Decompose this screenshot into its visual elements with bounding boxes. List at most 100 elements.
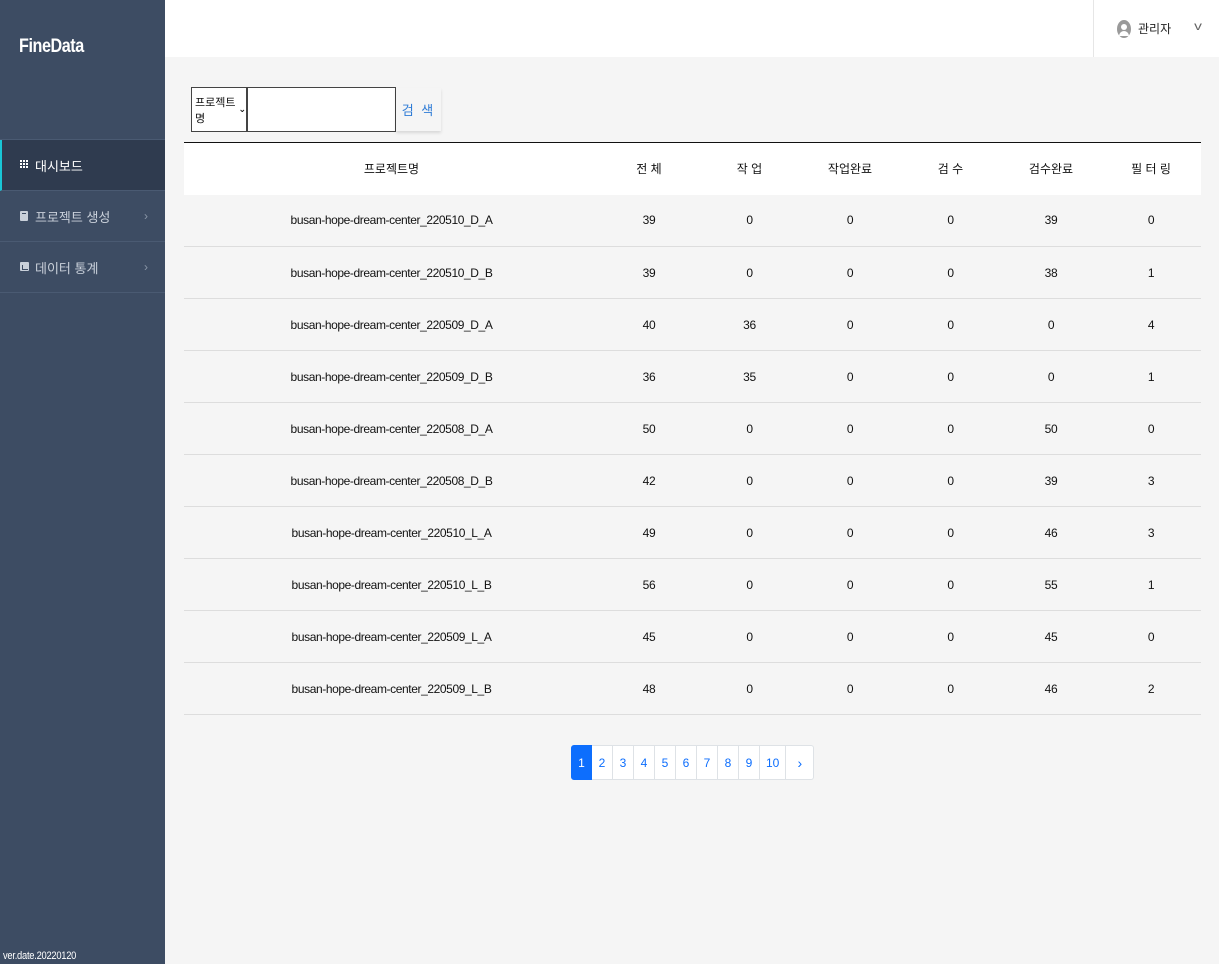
column-header-total[interactable]: 전 체 — [599, 143, 699, 195]
table-cell: 0 — [947, 421, 954, 436]
table-cell: 0 — [846, 629, 854, 644]
table-cell: 45 — [642, 629, 656, 644]
column-header-work[interactable]: 작 업 — [699, 143, 800, 195]
page-button-8[interactable]: 8 — [718, 745, 739, 780]
page-button-9[interactable]: 9 — [739, 745, 760, 780]
table-cell: 50 — [1044, 421, 1058, 436]
search-button[interactable]: 검 색 — [396, 88, 441, 131]
project-name-cell[interactable]: busan-hope-dream-center_220510_D_B — [184, 247, 599, 299]
table-row[interactable]: busan-hope-dream-center_220509_L_B 48 0 0 0 4… — [184, 663, 1201, 715]
sidebar-item-label: 대시보드 — [35, 158, 83, 174]
table-cell: 0 — [846, 421, 854, 436]
table-cell: 40 — [642, 317, 656, 332]
table-cell: 1 — [1147, 265, 1155, 280]
table-row[interactable]: busan-hope-dream-center_220508_D_A 50 0 0 0 5… — [184, 403, 1201, 455]
sidebar-item-project-create[interactable]: 프로젝트 생성 › — [0, 191, 165, 242]
sidebar-nav: 대시보드 프로젝트 생성 › 데이터 통계 › — [0, 139, 165, 293]
table-cell: 56 — [642, 577, 656, 592]
table-cell: 0 — [846, 265, 854, 280]
project-name-cell[interactable]: busan-hope-dream-center_220508_D_B — [184, 455, 599, 507]
page-button-10[interactable]: 10 — [760, 745, 787, 780]
project-name-cell[interactable]: busan-hope-dream-center_220510_D_A — [184, 195, 599, 247]
search-field-select[interactable]: 프로젝트명 ⌄ — [191, 87, 247, 132]
table-cell: 39 — [642, 265, 656, 280]
table-cell: 0 — [746, 213, 753, 228]
page-button-5[interactable]: 5 — [655, 745, 676, 780]
table-cell: 0 — [846, 525, 854, 540]
version-label: ver.date.20220120 — [3, 950, 77, 962]
top-header: 관리자 v — [165, 0, 1219, 57]
table-cell: 0 — [1147, 213, 1155, 228]
column-header-project-name[interactable]: 프로젝트명 — [184, 143, 599, 195]
table-cell: 0 — [746, 473, 753, 488]
table-cell: 42 — [642, 473, 656, 488]
chart-icon — [20, 262, 30, 272]
table-cell: 0 — [846, 317, 854, 332]
table-cell: 4 — [1147, 317, 1155, 332]
table-row[interactable]: busan-hope-dream-center_220509_D_A 40 36 0 0… — [184, 299, 1201, 351]
column-header-filtering[interactable]: 필 터 링 — [1101, 143, 1201, 195]
brand-logo[interactable]: FineData — [19, 36, 84, 58]
table-cell: 0 — [947, 681, 954, 696]
search-input[interactable] — [247, 87, 396, 132]
table-cell: 46 — [1044, 525, 1058, 540]
table-row[interactable]: busan-hope-dream-center_220509_D_B 36 35 0 0… — [184, 351, 1201, 403]
project-name-cell[interactable]: busan-hope-dream-center_220509_D_B — [184, 351, 599, 403]
table-cell: 0 — [947, 577, 954, 592]
table-row[interactable]: busan-hope-dream-center_220508_D_B 42 0 0 0 3… — [184, 455, 1201, 507]
table-cell: 0 — [846, 473, 854, 488]
chevron-right-icon: › — [144, 209, 148, 223]
project-name-cell[interactable]: busan-hope-dream-center_220510_L_A — [184, 507, 599, 559]
table-cell: 0 — [846, 681, 854, 696]
pagination: 1 2 3 4 5 6 7 8 9 10 › — [571, 745, 815, 780]
table-cell: 2 — [1147, 681, 1155, 696]
project-name-cell[interactable]: busan-hope-dream-center_220509_L_B — [184, 663, 599, 715]
project-name-cell[interactable]: busan-hope-dream-center_220509_D_A — [184, 299, 599, 351]
sidebar-item-dashboard[interactable]: 대시보드 — [0, 140, 165, 191]
avatar-icon — [1116, 18, 1132, 40]
table-cell: 0 — [1147, 421, 1155, 436]
table-cell: 0 — [846, 577, 854, 592]
table-row[interactable]: busan-hope-dream-center_220510_L_B 56 0 0 0 5… — [184, 559, 1201, 611]
table-cell: 0 — [947, 317, 954, 332]
table-cell: 0 — [746, 577, 753, 592]
page-button-4[interactable]: 4 — [634, 745, 655, 780]
page-button-2[interactable]: 2 — [592, 745, 613, 780]
table-cell: 0 — [947, 369, 954, 384]
table-header-row: 프로젝트명 전 체 작 업 작업완료 검 수 검수완료 필 터 링 — [184, 142, 1201, 195]
table-cell: 0 — [746, 525, 753, 540]
column-header-review-done[interactable]: 검수완료 — [1001, 143, 1101, 195]
sidebar-item-data-stats[interactable]: 데이터 통계 › — [0, 242, 165, 293]
table-row[interactable]: busan-hope-dream-center_220510_L_A 49 0 0 0 4… — [184, 507, 1201, 559]
table-cell: 0 — [746, 629, 753, 644]
table-cell: 46 — [1044, 681, 1058, 696]
table-cell: 0 — [947, 525, 954, 540]
table-cell: 0 — [846, 213, 854, 228]
table-cell: 3 — [1147, 525, 1155, 540]
page-button-6[interactable]: 6 — [676, 745, 697, 780]
user-menu[interactable]: 관리자 v — [1093, 0, 1219, 57]
page-button-3[interactable]: 3 — [613, 745, 634, 780]
page-button-7[interactable]: 7 — [697, 745, 718, 780]
table-cell: 3 — [1147, 473, 1155, 488]
table-cell: 0 — [746, 265, 753, 280]
table-cell: 49 — [642, 525, 656, 540]
page-button-1[interactable]: 1 — [571, 745, 592, 780]
next-page-button[interactable]: › — [786, 745, 815, 780]
project-name-cell[interactable]: busan-hope-dream-center_220510_L_B — [184, 559, 599, 611]
table-cell: 0 — [947, 265, 954, 280]
chevron-down-icon[interactable]: v — [1194, 19, 1202, 33]
table-row[interactable]: busan-hope-dream-center_220510_D_A 39 0 0 0 3… — [184, 195, 1201, 247]
project-name-cell[interactable]: busan-hope-dream-center_220508_D_A — [184, 403, 599, 455]
table-cell: 35 — [743, 369, 756, 384]
table-row[interactable]: busan-hope-dream-center_220510_D_B 39 0 0 0 3… — [184, 247, 1201, 299]
column-header-work-done[interactable]: 작업완료 — [800, 143, 900, 195]
table-cell: 36 — [642, 369, 656, 384]
table-cell: 48 — [642, 681, 656, 696]
table-cell: 50 — [642, 421, 656, 436]
table-cell: 38 — [1044, 265, 1058, 280]
column-header-review[interactable]: 검 수 — [900, 143, 1001, 195]
table-row[interactable]: busan-hope-dream-center_220509_L_A 45 0 0 0 4… — [184, 611, 1201, 663]
project-name-cell[interactable]: busan-hope-dream-center_220509_L_A — [184, 611, 599, 663]
table-cell: 39 — [642, 213, 656, 228]
